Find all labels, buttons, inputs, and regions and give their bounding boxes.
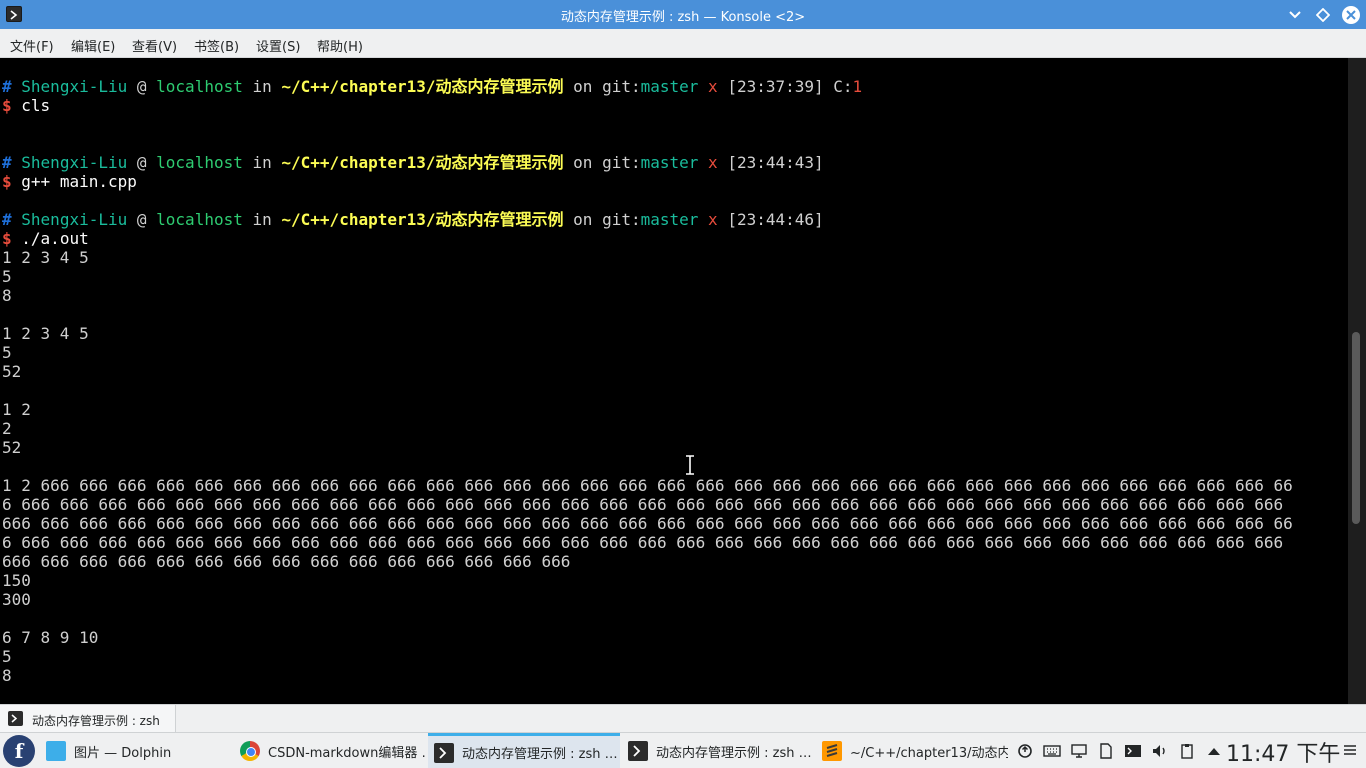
output-line: 8	[2, 666, 12, 685]
output-line: 1 2 3 4 5	[2, 248, 89, 267]
volume-icon[interactable]	[1151, 742, 1169, 760]
text-cursor-icon	[686, 455, 694, 475]
keyboard-icon[interactable]	[1043, 742, 1061, 760]
close-button[interactable]	[1342, 6, 1360, 24]
output-line: 666 666 666 666 666 666 666 666 666 666 …	[2, 552, 571, 571]
terminal-view[interactable]: # Shengxi-Liu @ localhost in ~/C++/chapt…	[0, 58, 1348, 704]
terminal-app-icon[interactable]	[1124, 742, 1142, 760]
chrome-icon	[240, 741, 260, 761]
task-konsole[interactable]: 动态内存管理示例 : zsh …	[622, 733, 812, 768]
update-icon[interactable]	[1016, 742, 1034, 760]
window-titlebar[interactable]: 动态内存管理示例 : zsh — Konsole <2>	[0, 0, 1366, 29]
output-line: 2	[2, 419, 12, 438]
prompt-line: # Shengxi-Liu @ localhost in ~/C++/chapt…	[2, 153, 824, 172]
output-line: 6 666 666 666 666 666 666 666 666 666 66…	[2, 533, 1284, 552]
output-line: 5	[2, 647, 12, 666]
output-line: 300	[2, 590, 31, 609]
sublime-icon	[822, 741, 842, 761]
menu-bookmarks[interactable]: 书签(B)	[194, 36, 239, 55]
session-tab[interactable]: 动态内存管理示例 : zsh	[0, 705, 176, 733]
menu-settings[interactable]: 设置(S)	[256, 36, 300, 55]
session-tab-bar: 动态内存管理示例 : zsh	[0, 704, 1366, 733]
output-line: 5	[2, 267, 12, 286]
taskbar: f 图片 — Dolphin CSDN-markdown编辑器 … 动态内存管理…	[0, 732, 1366, 768]
output-line: 6 666 666 666 666 666 666 666 666 666 66…	[2, 495, 1284, 514]
task-konsole-active[interactable]: 动态内存管理示例 : zsh …	[428, 733, 620, 768]
menu-help[interactable]: 帮助(H)	[317, 36, 363, 55]
task-dolphin[interactable]: 图片 — Dolphin	[40, 733, 230, 768]
output-line: 5	[2, 343, 12, 362]
menu-view[interactable]: 查看(V)	[132, 36, 177, 55]
fedora-logo-icon: f	[14, 739, 24, 763]
task-label: 动态内存管理示例 : zsh …	[656, 745, 812, 761]
system-tray	[1016, 733, 1223, 768]
menu-file[interactable]: 文件(F)	[10, 36, 54, 55]
terminal-icon	[8, 711, 23, 726]
output-line: 1 2	[2, 400, 31, 419]
output-line: 52	[2, 362, 22, 381]
terminal-icon	[628, 741, 648, 761]
output-line: 1 2 666 666 666 666 666 666 666 666 666 …	[2, 476, 1293, 495]
command-line: $ cls	[2, 96, 51, 115]
task-sublime[interactable]: ~/C++/chapter13/动态内…	[816, 733, 1008, 768]
application-launcher-button[interactable]: f	[3, 735, 35, 767]
maximize-button[interactable]	[1314, 6, 1332, 24]
minimize-button[interactable]	[1286, 6, 1304, 24]
output-line: 6 7 8 9 10	[2, 628, 99, 647]
menu-edit[interactable]: 编辑(E)	[71, 36, 115, 55]
command-line: $ ./a.out	[2, 229, 89, 248]
prompt-line: # Shengxi-Liu @ localhost in ~/C++/chapt…	[2, 77, 863, 96]
file-icon[interactable]	[1097, 742, 1115, 760]
task-label: 动态内存管理示例 : zsh …	[462, 747, 618, 762]
session-tab-label: 动态内存管理示例 : zsh	[32, 714, 160, 728]
folder-icon	[46, 741, 66, 761]
chevron-up-icon[interactable]	[1205, 742, 1223, 760]
task-chrome[interactable]: CSDN-markdown编辑器 …	[234, 733, 426, 768]
close-icon	[1346, 10, 1356, 20]
output-line: 1 2 3 4 5	[2, 324, 89, 343]
chevron-down-icon	[1289, 11, 1301, 19]
output-line: 52	[2, 438, 22, 457]
menu-bar: 文件(F) 编辑(E) 查看(V) 书签(B) 设置(S) 帮助(H)	[0, 29, 1366, 58]
terminal-icon	[434, 742, 454, 763]
task-label: ~/C++/chapter13/动态内…	[850, 745, 1008, 761]
clock[interactable]: 11:47 下午	[1226, 736, 1340, 768]
output-line: 150	[2, 571, 31, 590]
prompt-line: # Shengxi-Liu @ localhost in ~/C++/chapt…	[2, 210, 824, 229]
output-line: 666 666 666 666 666 666 666 666 666 666 …	[2, 514, 1293, 533]
scrollbar-thumb[interactable]	[1352, 332, 1360, 524]
display-icon[interactable]	[1070, 742, 1088, 760]
output-line: 8	[2, 286, 12, 305]
window-title: 动态内存管理示例 : zsh — Konsole <2>	[560, 10, 806, 25]
task-label: 图片 — Dolphin	[74, 745, 172, 761]
clipboard-icon[interactable]	[1178, 742, 1196, 760]
terminal-scrollbar[interactable]	[1348, 58, 1366, 704]
command-line: $ g++ main.cpp	[2, 172, 137, 191]
hamburger-menu-icon[interactable]	[1342, 742, 1358, 762]
diamond-icon	[1316, 8, 1330, 22]
task-label: CSDN-markdown编辑器 …	[268, 745, 426, 761]
